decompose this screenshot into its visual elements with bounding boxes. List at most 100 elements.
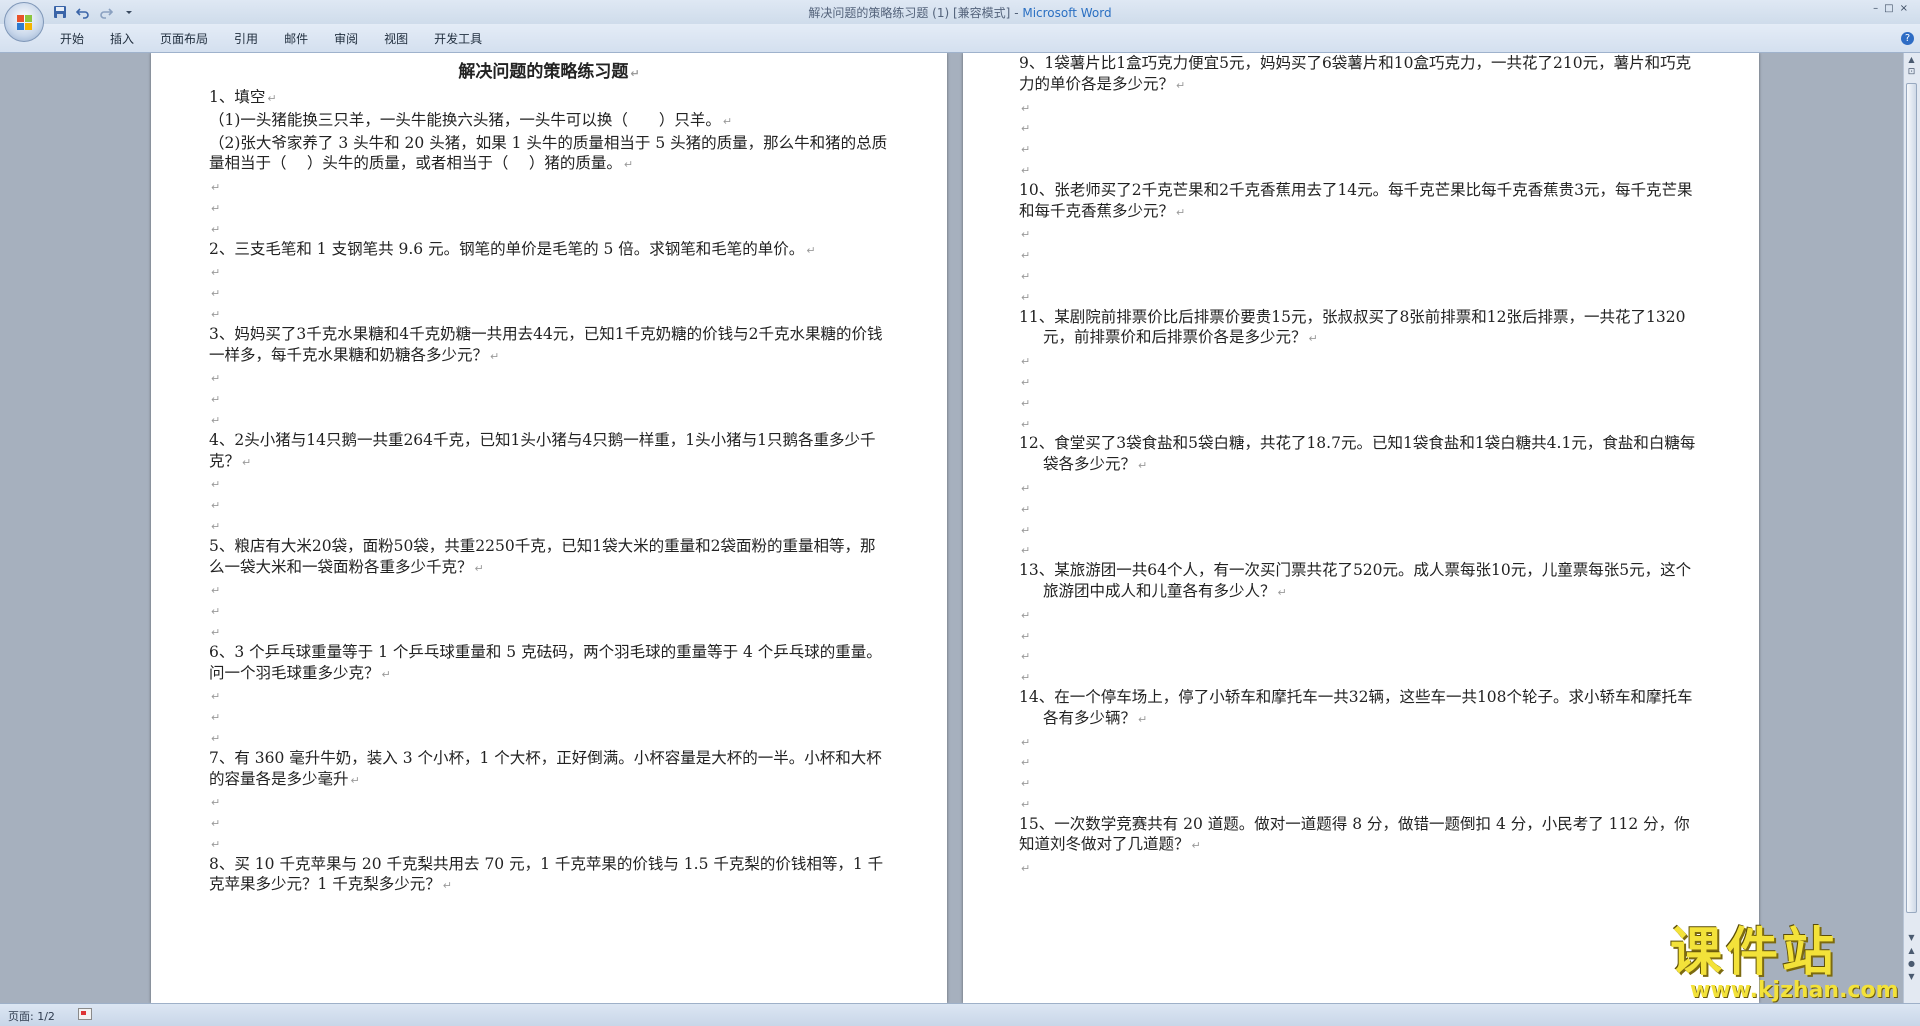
tab-page-layout[interactable]: 页面布局 xyxy=(160,30,224,47)
paragraph-mark: ↵ xyxy=(211,837,221,851)
blank-paragraph: ↵ xyxy=(1019,857,1705,878)
paragraph-mark: ↵ xyxy=(211,731,221,745)
paragraph-mark: ↵ xyxy=(1308,332,1318,346)
blank-paragraph: ↵ xyxy=(1019,117,1705,138)
paragraph-mark: ↵ xyxy=(211,690,221,704)
question-paragraph: 2、三支毛笔和 1 支钢笔共 9.6 元。钢笔的单价是毛笔的 5 倍。求钢笔和毛… xyxy=(209,239,889,262)
page-indicator[interactable]: 页面: 1/2 xyxy=(8,1008,55,1024)
blank-paragraph: ↵ xyxy=(1019,265,1705,286)
paragraph-mark: ↵ xyxy=(806,243,816,257)
paragraph-mark: ↵ xyxy=(211,796,221,810)
watermark-url: www.kjzhan.com xyxy=(1690,978,1899,1003)
paragraph-mark: ↵ xyxy=(490,349,500,363)
question-text: 9、1袋薯片比1盒巧克力便宜5元，妈妈买了6袋薯片和10盒巧克力，一共花了210… xyxy=(1019,54,1692,93)
paragraph-mark: ↵ xyxy=(211,181,221,195)
blank-paragraph: ↵ xyxy=(209,600,889,621)
paragraph-mark: ↵ xyxy=(1021,608,1031,622)
paragraph-mark: ↵ xyxy=(211,372,221,386)
blank-paragraph: ↵ xyxy=(1019,477,1705,498)
paragraph-mark: ↵ xyxy=(1138,459,1148,473)
page-1-content[interactable]: 解决问题的策略练习题 ↵ 1、填空 ↵ （1)一头猪能换三只羊，一头牛能换六头猪，一头… xyxy=(209,53,889,897)
blank-paragraph: ↵ xyxy=(209,409,889,430)
help-icon[interactable]: ? xyxy=(1901,32,1914,45)
blank-paragraph: ↵ xyxy=(1019,604,1705,625)
blank-paragraph: ↵ xyxy=(1019,731,1705,752)
paragraph-mark: ↵ xyxy=(211,287,221,301)
paragraph-mark: ↵ xyxy=(1138,712,1148,726)
tab-view[interactable]: 视图 xyxy=(384,30,424,47)
paragraph-mark: ↵ xyxy=(211,711,221,725)
paragraph-mark: ↵ xyxy=(1021,249,1031,263)
blank-paragraph: ↵ xyxy=(209,197,889,218)
blank-paragraph: ↵ xyxy=(209,833,889,854)
paragraph-mark: ↵ xyxy=(211,519,221,533)
blank-paragraph: ↵ xyxy=(209,579,889,600)
question-text: 13、某旅游团一共64个人，有一次买门票共花了520元。成人票每张10元，儿童票… xyxy=(1019,561,1692,600)
maximize-button[interactable]: □ xyxy=(1884,3,1893,14)
tab-developer[interactable]: 开发工具 xyxy=(434,30,498,47)
question-list-right: 9、1袋薯片比1盒巧克力便宜5元，妈妈买了6袋薯片和10盒巧克力，一共花了210… xyxy=(1019,53,1705,878)
minimize-button[interactable]: – xyxy=(1873,3,1878,14)
scroll-up-icon[interactable]: ▲ xyxy=(1906,55,1917,66)
blank-paragraph: ↵ xyxy=(1019,97,1705,118)
paragraph-mark: ↵ xyxy=(1021,417,1031,431)
question-paragraph: 1、填空 ↵ xyxy=(209,87,889,110)
blank-paragraph: ↵ xyxy=(1019,159,1705,180)
blank-paragraph: ↵ xyxy=(209,727,889,748)
question-paragraph: （2)张大爷家养了 3 头牛和 20 头猪，如果 1 头牛的质量相当于 5 头猪… xyxy=(209,133,889,177)
title-bar: 解决问题的策略练习题 (1) [兼容模式] - Microsoft Word –… xyxy=(0,0,1920,24)
tab-references[interactable]: 引用 xyxy=(234,30,274,47)
blank-paragraph: ↵ xyxy=(209,791,889,812)
tab-home[interactable]: 开始 xyxy=(60,30,100,47)
question-paragraph: 12、食堂买了3袋食盐和5袋白糖，共花了18.7元。已知1袋食盐和1袋白糖共4.… xyxy=(1019,433,1705,477)
blank-paragraph: ↵ xyxy=(1019,751,1705,772)
question-text: （1)一头猪能换三只羊，一头牛能换六头猪，一头牛可以换（ ）只羊。 xyxy=(209,110,721,129)
question-text: （2)张大爷家养了 3 头牛和 20 头猪，如果 1 头牛的质量相当于 5 头猪… xyxy=(209,133,888,173)
question-text: 6、3 个乒乓球重量等于 1 个乒乓球重量和 5 克砝码，两个羽毛球的重量等于 … xyxy=(209,642,882,682)
question-paragraph: 7、有 360 毫升牛奶，装入 3 个小杯，1 个大杯，正好倒满。小杯容量是大杯… xyxy=(209,748,889,792)
paragraph-mark: ↵ xyxy=(1021,777,1031,791)
window-controls: – □ × xyxy=(1873,3,1908,14)
paragraph-mark: ↵ xyxy=(211,499,221,513)
paragraph-mark: ↵ xyxy=(211,222,221,236)
blank-paragraph: ↵ xyxy=(209,685,889,706)
tab-review[interactable]: 审阅 xyxy=(334,30,374,47)
question-paragraph: 6、3 个乒乓球重量等于 1 个乒乓球重量和 5 克砝码，两个羽毛球的重量等于 … xyxy=(209,642,889,686)
paragraph-mark: ↵ xyxy=(722,114,733,128)
status-bar: 页面: 1/2 xyxy=(0,1003,1920,1026)
office-button[interactable] xyxy=(4,2,44,42)
ruler-toggle-icon[interactable]: ⊡ xyxy=(1906,67,1917,78)
blank-paragraph: ↵ xyxy=(1019,666,1705,687)
paragraph-mark: ↵ xyxy=(1021,650,1031,664)
paragraph-mark: ↵ xyxy=(211,201,221,215)
paragraph-mark: ↵ xyxy=(1021,122,1031,136)
scroll-thumb[interactable] xyxy=(1906,83,1917,913)
paragraph-mark: ↵ xyxy=(211,393,221,407)
document-page-2[interactable]: 9、1袋薯片比1盒巧克力便宜5元，妈妈买了6袋薯片和10盒巧克力，一共花了210… xyxy=(963,53,1759,1003)
blank-paragraph: ↵ xyxy=(209,706,889,727)
paragraph-mark: ↵ xyxy=(1021,355,1031,369)
page-2-content[interactable]: 9、1袋薯片比1盒巧克力便宜5元，妈妈买了6袋薯片和10盒巧克力，一共花了210… xyxy=(1019,53,1705,878)
proofing-icon[interactable] xyxy=(78,1008,92,1020)
vertical-scrollbar[interactable]: ▲ ⊡ ▼ ▲ ● ▼ xyxy=(1903,53,1920,1003)
blank-paragraph: ↵ xyxy=(1019,392,1705,413)
paragraph-mark: ↵ xyxy=(1176,78,1186,92)
paragraph-mark: ↵ xyxy=(211,625,221,639)
paragraph-mark: ↵ xyxy=(242,455,252,469)
paragraph-mark: ↵ xyxy=(623,158,634,172)
document-page-1[interactable]: 解决问题的策略练习题 ↵ 1、填空 ↵ （1)一头猪能换三只羊，一头牛能换六头猪，一头… xyxy=(151,53,947,1003)
paragraph-mark: ↵ xyxy=(1021,502,1031,516)
question-text: 3、妈妈买了3千克水果糖和4千克奶糖一共用去44元，已知1千克奶糖的价钱与2千克… xyxy=(209,324,883,364)
tab-insert[interactable]: 插入 xyxy=(110,30,150,47)
question-text: 4、2头小猪与14只鹅一共重264千克，已知1头小猪与4只鹅一样重，1头小猪与1… xyxy=(209,430,876,470)
blank-paragraph: ↵ xyxy=(1019,286,1705,307)
blank-paragraph: ↵ xyxy=(209,494,889,515)
close-button[interactable]: × xyxy=(1900,3,1908,14)
document-title: 解决问题的策略练习题 ↵ xyxy=(458,62,640,82)
paragraph-mark: ↵ xyxy=(211,478,221,492)
blank-paragraph: ↵ xyxy=(209,303,889,324)
question-text: 8、买 10 千克苹果与 20 千克梨共用去 70 元，1 千克苹果的价钱与 1… xyxy=(209,854,884,894)
tab-mailings[interactable]: 邮件 xyxy=(284,30,324,47)
paragraph-mark: ↵ xyxy=(211,266,221,280)
paragraph-mark: ↵ xyxy=(211,413,221,427)
